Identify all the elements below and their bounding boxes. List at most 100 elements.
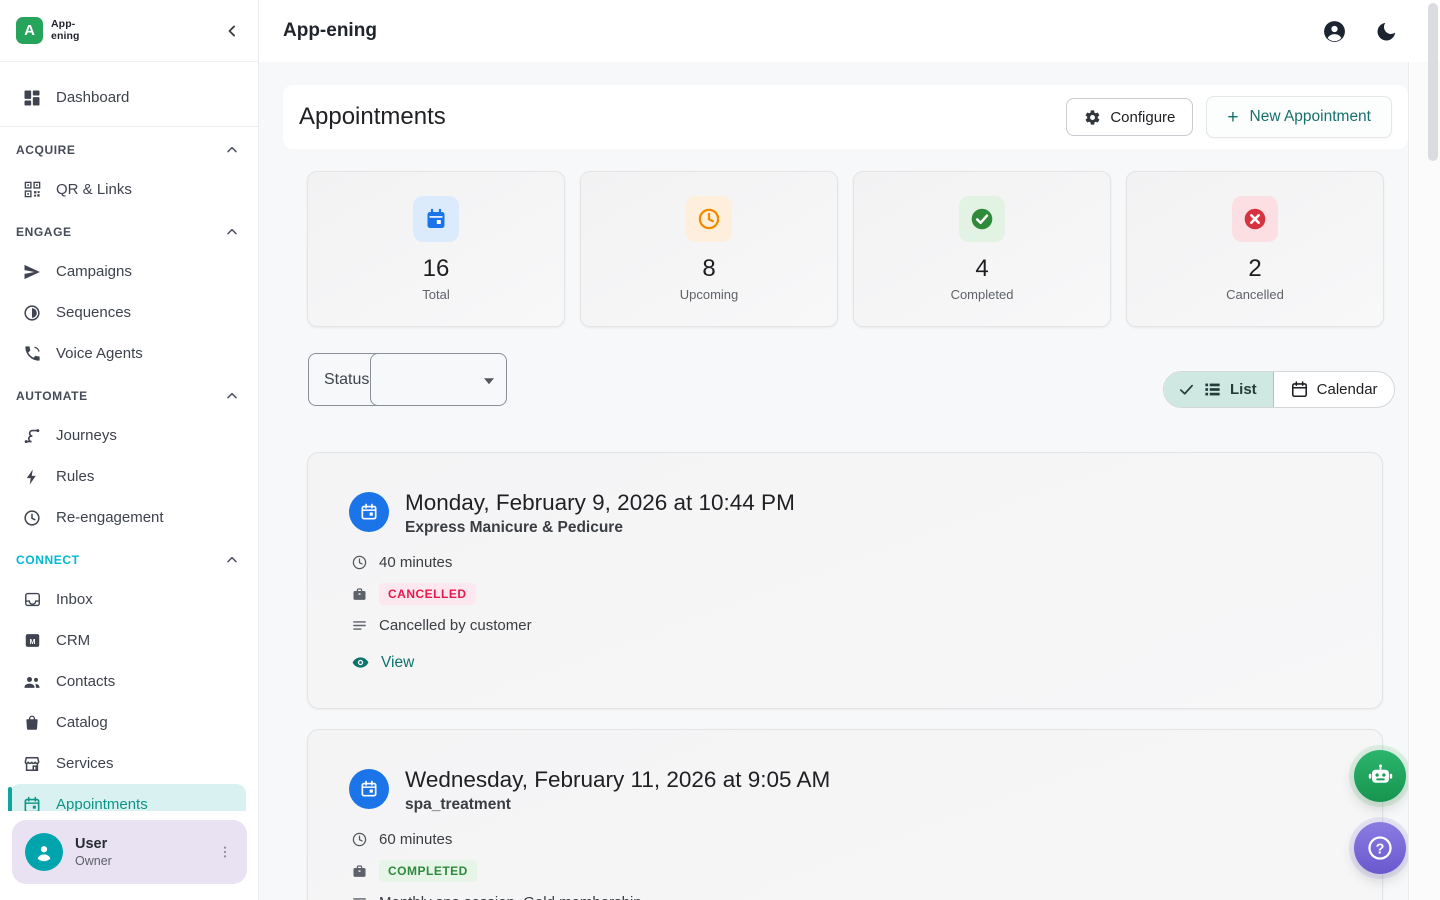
appointment-duration-row: 40 minutes: [351, 554, 1342, 571]
stat-card-total: 16 Total: [307, 171, 565, 327]
chevron-left-icon: [222, 21, 242, 41]
stat-card-cancelled: 2 Cancelled: [1126, 171, 1384, 327]
status-filter-label: Status: [324, 371, 369, 389]
check-circle-icon: [959, 196, 1005, 242]
stat-value: 16: [423, 255, 450, 283]
account-button[interactable]: [1320, 17, 1348, 45]
list-icon: [1203, 380, 1222, 399]
chatbot-fab[interactable]: [1354, 750, 1406, 802]
appointment-service: spa_treatment: [405, 796, 830, 814]
new-appointment-button[interactable]: + New Appointment: [1206, 96, 1392, 138]
appointment-header: Wednesday, February 11, 2026 at 9:05 AM …: [349, 766, 1342, 814]
sidebar-item-qr-links[interactable]: QR & Links: [0, 169, 258, 210]
calendar-view-button[interactable]: Calendar: [1274, 372, 1394, 407]
sidebar-item-rules[interactable]: Rules: [0, 456, 258, 497]
appointment-note: Monthly spa session. Gold membership: [379, 894, 642, 900]
caret-down-icon: [484, 378, 494, 384]
appointment-titles: Monday, February 9, 2026 at 10:44 PM Exp…: [405, 489, 795, 537]
stat-label: Upcoming: [680, 287, 739, 302]
configure-button[interactable]: Configure: [1066, 98, 1193, 136]
section-automate[interactable]: AUTOMATE: [0, 377, 258, 415]
sidebar-item-inbox[interactable]: Inbox: [0, 579, 258, 620]
send-icon: [22, 262, 42, 282]
dashboard-icon: [22, 88, 42, 108]
appointment-status-row: COMPLETED: [351, 860, 1342, 882]
section-acquire[interactable]: ACQUIRE: [0, 131, 258, 169]
sidebar-item-dashboard[interactable]: Dashboard: [0, 77, 258, 118]
status-filter-select[interactable]: Status: [308, 353, 507, 406]
sidebar-item-re-engagement[interactable]: Re-engagement: [0, 497, 258, 538]
route-icon: [22, 426, 42, 446]
appointment-titles: Wednesday, February 11, 2026 at 9:05 AM …: [405, 766, 830, 814]
user-name: User: [75, 836, 112, 852]
half-circle-icon: [22, 303, 42, 323]
sidebar-item-contacts[interactable]: Contacts: [0, 661, 258, 702]
status-badge: COMPLETED: [379, 860, 477, 882]
sidebar-collapse-button[interactable]: [218, 17, 246, 45]
dark-mode-toggle[interactable]: [1372, 17, 1400, 45]
app-logo: A: [16, 17, 43, 44]
svg-text:?: ?: [1376, 841, 1385, 857]
notes-icon: [351, 894, 368, 900]
chevron-up-icon: [224, 388, 240, 404]
lightning-icon: [22, 467, 42, 487]
appointment-note: Cancelled by customer: [379, 617, 532, 634]
notes-icon: [351, 617, 368, 634]
page-title: Appointments: [299, 103, 446, 131]
sidebar-item-sequences[interactable]: Sequences: [0, 292, 258, 333]
appointment-datetime: Wednesday, February 11, 2026 at 9:05 AM: [405, 766, 830, 793]
briefcase-icon: [351, 586, 368, 603]
list-view-button[interactable]: List: [1164, 372, 1274, 407]
stat-label: Total: [422, 287, 449, 302]
page-header-actions: Configure + New Appointment: [1066, 96, 1392, 138]
topbar: App-ening: [259, 0, 1440, 62]
appointment-duration: 40 minutes: [379, 554, 452, 571]
sidebar-item-voice-agents[interactable]: Voice Agents: [0, 333, 258, 374]
section-connect[interactable]: CONNECT: [0, 541, 258, 579]
view-toggle: List Calendar: [1163, 371, 1395, 408]
calendar-event-icon: [349, 769, 389, 809]
user-info: User Owner: [75, 836, 112, 868]
chevron-up-icon: [224, 224, 240, 240]
user-menu-button[interactable]: [211, 838, 239, 866]
calendar-icon: [1290, 380, 1309, 399]
app-logo-text: App- ening: [51, 19, 80, 42]
status-badge: CANCELLED: [379, 583, 476, 605]
section-engage[interactable]: ENGAGE: [0, 213, 258, 251]
appointment-service: Express Manicure & Pedicure: [405, 519, 795, 537]
moon-icon: [1375, 20, 1398, 43]
account-circle-icon: [1322, 19, 1347, 44]
sidebar-item-crm[interactable]: M CRM: [0, 620, 258, 661]
appointment-duration-row: 60 minutes: [351, 831, 1342, 848]
user-card[interactable]: User Owner: [12, 820, 247, 884]
sidebar-footer: User Owner: [0, 811, 258, 900]
people-icon: [22, 672, 42, 692]
inbox-icon: [22, 590, 42, 610]
sidebar-header: A App- ening: [0, 0, 258, 62]
stat-label: Completed: [951, 287, 1014, 302]
sidebar-item-catalog[interactable]: Catalog: [0, 702, 258, 743]
briefcase-icon: [351, 863, 368, 880]
clock-icon: [351, 554, 368, 571]
stat-value: 8: [702, 255, 715, 283]
appointment-duration: 60 minutes: [379, 831, 452, 848]
scrollbar-thumb[interactable]: [1428, 3, 1438, 161]
help-fab[interactable]: ?: [1354, 822, 1406, 874]
sidebar-item-campaigns[interactable]: Campaigns: [0, 251, 258, 292]
view-appointment-link[interactable]: View: [351, 653, 1342, 672]
phone-icon: [22, 344, 42, 364]
sidebar-item-services[interactable]: Services: [0, 743, 258, 784]
storefront-icon: [22, 754, 42, 774]
sidebar-item-journeys[interactable]: Journeys: [0, 415, 258, 456]
clock-icon: [351, 831, 368, 848]
appointment-note-row: Cancelled by customer: [351, 617, 1342, 634]
clock-icon: [22, 508, 42, 528]
sidebar-nav: Dashboard ACQUIRE QR & Links ENGAGE C: [0, 62, 258, 825]
check-icon: [1178, 381, 1195, 398]
stat-card-upcoming: 8 Upcoming: [580, 171, 838, 327]
plus-icon: +: [1227, 108, 1238, 127]
page-header: Appointments Configure + New Appointment: [283, 85, 1408, 149]
calendar-icon: [413, 196, 459, 242]
gear-icon: [1084, 109, 1101, 126]
stat-card-completed: 4 Completed: [853, 171, 1111, 327]
